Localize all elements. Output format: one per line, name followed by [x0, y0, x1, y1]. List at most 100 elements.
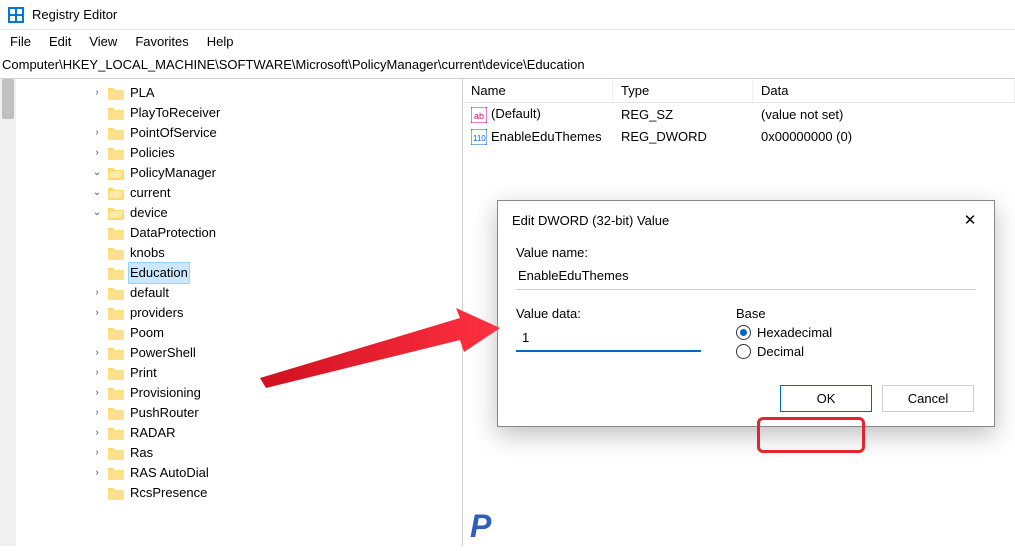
chevron-down-icon[interactable]: ⌄ — [90, 203, 104, 223]
tree-item-policymanager[interactable]: ⌄ PolicyManager — [90, 163, 462, 183]
tree-item-poom[interactable]: Poom — [90, 323, 462, 343]
folder-icon — [108, 406, 124, 420]
tree-item-education[interactable]: Education — [90, 263, 462, 283]
tree-item-ras-autodial[interactable]: ›RAS AutoDial — [90, 463, 462, 483]
radio-decimal[interactable]: Decimal — [736, 344, 976, 359]
chevron-down-icon[interactable]: ⌄ — [90, 163, 104, 183]
folder-icon — [108, 186, 124, 200]
chevron-down-icon[interactable]: ⌄ — [90, 183, 104, 203]
address-bar[interactable]: Computer\HKEY_LOCAL_MACHINE\SOFTWARE\Mic… — [0, 53, 1015, 79]
folder-icon — [108, 286, 124, 300]
list-header: Name Type Data — [463, 79, 1015, 103]
chevron-right-icon[interactable]: › — [90, 343, 104, 363]
chevron-right-icon[interactable]: › — [90, 383, 104, 403]
hex-label: Hexadecimal — [757, 325, 832, 340]
tree-item-label: providers — [128, 303, 185, 323]
tree-item-pla[interactable]: › PLA — [90, 83, 462, 103]
cancel-button[interactable]: Cancel — [882, 385, 974, 412]
chevron-right-icon[interactable]: › — [90, 283, 104, 303]
regedit-app-icon — [8, 7, 24, 23]
tree-item-label: PushRouter — [128, 403, 201, 423]
tree-item-current[interactable]: ⌄ current — [90, 183, 462, 203]
chevron-right-icon[interactable]: › — [90, 423, 104, 443]
chevron-right-icon[interactable]: › — [90, 363, 104, 383]
tree-item-powershell[interactable]: ›PowerShell — [90, 343, 462, 363]
tree-item-label: PointOfService — [128, 123, 219, 143]
menu-view[interactable]: View — [89, 34, 117, 49]
close-icon[interactable]: ✕ — [960, 211, 980, 229]
value-name-label: Value name: — [516, 245, 976, 260]
tree-item-print[interactable]: ›Print — [90, 363, 462, 383]
value-data-input[interactable] — [516, 325, 701, 352]
scrollbar-thumb[interactable] — [2, 79, 14, 119]
menu-help[interactable]: Help — [207, 34, 234, 49]
tree-item-pushrouter[interactable]: › PushRouter — [90, 403, 462, 423]
value-data: 0x00000000 (0) — [753, 128, 1015, 145]
folder-icon — [108, 426, 124, 440]
tree-item-dataprotection[interactable]: DataProtection — [90, 223, 462, 243]
dialog-titlebar: Edit DWORD (32-bit) Value ✕ — [498, 201, 994, 237]
folder-icon — [108, 246, 124, 260]
ok-button[interactable]: OK — [780, 385, 872, 412]
chevron-right-icon[interactable]: › — [90, 403, 104, 423]
binary-value-icon: 110 — [471, 129, 487, 145]
menu-file[interactable]: File — [10, 34, 31, 49]
chevron-right-icon[interactable]: › — [90, 463, 104, 483]
tree-item-label: RADAR — [128, 423, 178, 443]
tree-item-label: PLA — [128, 83, 157, 103]
value-name-display: EnableEduThemes — [516, 264, 976, 290]
col-header-type[interactable]: Type — [613, 79, 753, 102]
chevron-right-icon[interactable]: › — [90, 303, 104, 323]
tree-item-rcspresence[interactable]: RcsPresence — [90, 483, 462, 503]
folder-icon — [108, 346, 124, 360]
value-name: (Default) — [491, 106, 541, 121]
list-row[interactable]: ab(Default)REG_SZ(value not set) — [463, 103, 1015, 126]
edit-dword-dialog: Edit DWORD (32-bit) Value ✕ Value name: … — [497, 200, 995, 427]
tree-item-label: PlayToReceiver — [128, 103, 222, 123]
tree-item-label: Policies — [128, 143, 177, 163]
col-header-name[interactable]: Name — [463, 79, 613, 102]
menu-edit[interactable]: Edit — [49, 34, 71, 49]
tree-item-label: Education — [128, 262, 190, 284]
folder-icon — [108, 86, 124, 100]
tree-scrollbar[interactable] — [0, 79, 16, 546]
chevron-right-icon[interactable]: › — [90, 83, 104, 103]
tree-item-knobs[interactable]: knobs — [90, 243, 462, 263]
radio-icon — [736, 344, 751, 359]
list-row[interactable]: 110EnableEduThemesREG_DWORD0x00000000 (0… — [463, 126, 1015, 149]
tree-item-policies[interactable]: › Policies — [90, 143, 462, 163]
tree-item-label: Provisioning — [128, 383, 203, 403]
dialog-title: Edit DWORD (32-bit) Value — [512, 213, 669, 228]
tree-item-label: RcsPresence — [128, 483, 209, 503]
tree-item-label: default — [128, 283, 171, 303]
value-type: REG_SZ — [613, 106, 753, 123]
tree-item-label: device — [128, 203, 170, 223]
folder-icon — [108, 206, 124, 220]
tree-item-label: PolicyManager — [128, 163, 218, 183]
tree-item-radar[interactable]: › RADAR — [90, 423, 462, 443]
tree-item-pointofservice[interactable]: › PointOfService — [90, 123, 462, 143]
folder-icon — [108, 366, 124, 380]
folder-icon — [108, 486, 124, 500]
chevron-right-icon[interactable]: › — [90, 123, 104, 143]
svg-text:110: 110 — [473, 134, 486, 143]
tree-item-default[interactable]: › default — [90, 283, 462, 303]
base-label: Base — [736, 306, 976, 321]
radio-hexadecimal[interactable]: Hexadecimal — [736, 325, 976, 340]
value-data-label: Value data: — [516, 306, 706, 321]
chevron-right-icon[interactable]: › — [90, 143, 104, 163]
tree-item-device[interactable]: ⌄ device — [90, 203, 462, 223]
titlebar: Registry Editor — [0, 0, 1015, 30]
tree-item-playtoreceiver[interactable]: PlayToReceiver — [90, 103, 462, 123]
menu-favorites[interactable]: Favorites — [135, 34, 188, 49]
tree-item-provisioning[interactable]: › Provisioning — [90, 383, 462, 403]
radio-icon — [736, 325, 751, 340]
chevron-right-icon[interactable]: › — [90, 443, 104, 463]
folder-icon — [108, 306, 124, 320]
tree-item-ras[interactable]: ›Ras — [90, 443, 462, 463]
tree-item-label: current — [128, 183, 172, 203]
folder-icon — [108, 126, 124, 140]
folder-icon — [108, 106, 124, 120]
tree-item-providers[interactable]: › providers — [90, 303, 462, 323]
col-header-data[interactable]: Data — [753, 79, 1015, 102]
